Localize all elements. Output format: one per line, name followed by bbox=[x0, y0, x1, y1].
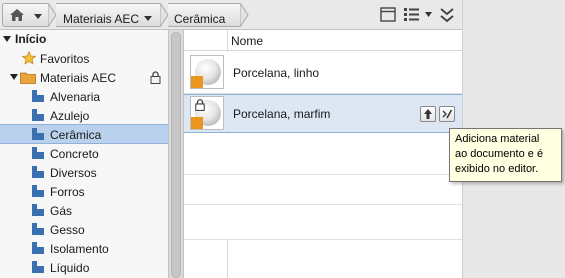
add-and-edit-button[interactable] bbox=[439, 106, 455, 122]
material-swatch bbox=[190, 55, 224, 89]
tree-item-label: Gesso bbox=[50, 223, 85, 237]
arrow-up-icon bbox=[424, 109, 432, 119]
edit-icon bbox=[442, 109, 453, 119]
chevron-down-icon[interactable] bbox=[34, 14, 42, 19]
list-row-empty bbox=[184, 205, 462, 240]
tree-item-ceramica[interactable]: Cerâmica bbox=[0, 124, 168, 144]
panel-toggle-icon[interactable] bbox=[380, 7, 396, 22]
expand-arrow-icon[interactable] bbox=[3, 36, 11, 42]
tree-item-label: Isolamento bbox=[50, 242, 109, 256]
tree-item-root[interactable]: Início bbox=[0, 30, 168, 49]
tree-item-label: Azulejo bbox=[50, 109, 90, 123]
library-tree: Início Favoritos Materiais AEC Alvenaria bbox=[0, 30, 168, 278]
tree-item-label: Diversos bbox=[50, 166, 97, 180]
tree-item-isolamento[interactable]: Isolamento bbox=[0, 239, 168, 258]
tooltip-line: ao documento e é bbox=[455, 148, 544, 160]
tree-item-concreto[interactable]: Concreto bbox=[0, 144, 168, 163]
material-category-icon bbox=[32, 261, 44, 273]
list-row-empty bbox=[184, 134, 462, 175]
breadcrumb-separator bbox=[240, 3, 249, 27]
tree-item-gas[interactable]: Gás bbox=[0, 201, 168, 220]
list-view-icon[interactable] bbox=[403, 7, 420, 22]
material-category-icon bbox=[32, 147, 44, 159]
scrollbar-thumb[interactable] bbox=[171, 32, 181, 278]
collapse-icon[interactable] bbox=[440, 7, 454, 23]
home-icon bbox=[10, 9, 24, 21]
material-category-icon bbox=[32, 128, 44, 140]
tree-item-diversos[interactable]: Diversos bbox=[0, 163, 168, 182]
lock-icon bbox=[150, 71, 161, 84]
list-row-porcelana-marfim[interactable]: Porcelana, marfim bbox=[184, 94, 462, 133]
breadcrumb-segment-materiais-aec[interactable]: Materiais AEC bbox=[56, 3, 160, 27]
tree-item-label: Gás bbox=[50, 204, 73, 218]
tree-item-materiais-aec[interactable]: Materiais AEC bbox=[0, 68, 168, 87]
material-category-icon bbox=[32, 204, 44, 216]
material-swatch bbox=[190, 96, 224, 130]
chevron-down-icon[interactable] bbox=[144, 16, 152, 21]
tree-item-label: Favoritos bbox=[40, 52, 90, 66]
tree-item-label: Concreto bbox=[50, 147, 99, 161]
tree-item-alvenaria[interactable]: Alvenaria bbox=[0, 87, 168, 106]
breadcrumb-label: Cerâmica bbox=[174, 12, 226, 26]
tree-item-azulejo[interactable]: Azulejo bbox=[0, 106, 168, 125]
material-list: Nome Porcelana, linho Porcelana, marfim bbox=[184, 30, 462, 278]
breadcrumb-segment-ceramica[interactable]: Cerâmica bbox=[168, 3, 240, 27]
tree-item-liquido[interactable]: Líquido bbox=[0, 258, 168, 277]
tree-item-favoritos[interactable]: Favoritos bbox=[0, 49, 168, 68]
expand-arrow-icon[interactable] bbox=[10, 74, 18, 80]
list-column-header: Nome bbox=[184, 30, 462, 278]
material-category-icon bbox=[32, 109, 44, 121]
tree-item-label: Materiais AEC bbox=[40, 71, 117, 85]
breadcrumb-label: Materiais AEC bbox=[63, 12, 140, 26]
tooltip-line: Adiciona material bbox=[455, 133, 540, 145]
tree-item-label: Início bbox=[15, 32, 47, 46]
material-name: Porcelana, linho bbox=[233, 66, 320, 80]
swatch-badge bbox=[191, 76, 203, 88]
tooltip: Adiciona material ao documento e é exibi… bbox=[449, 128, 562, 182]
add-to-document-button[interactable] bbox=[420, 106, 436, 122]
material-category-icon bbox=[32, 223, 44, 235]
tree-item-label: Líquido bbox=[50, 261, 90, 275]
material-name: Porcelana, marfim bbox=[233, 107, 331, 121]
star-icon bbox=[22, 51, 36, 65]
folder-icon bbox=[20, 72, 36, 84]
material-category-icon bbox=[32, 166, 44, 178]
chevron-down-icon[interactable] bbox=[425, 12, 432, 17]
toolbar: Materiais AEC Cerâmica bbox=[0, 0, 462, 30]
tree-item-label: Cerâmica bbox=[50, 128, 102, 142]
home-button[interactable] bbox=[2, 3, 48, 27]
tree-item-label: Forros bbox=[50, 185, 85, 199]
material-category-icon bbox=[32, 242, 44, 254]
tree-scrollbar[interactable] bbox=[168, 30, 184, 278]
swatch-badge bbox=[191, 117, 203, 129]
tooltip-line: exibido no editor. bbox=[455, 163, 539, 175]
tree-item-gesso[interactable]: Gesso bbox=[0, 220, 168, 239]
tree-item-label: Alvenaria bbox=[50, 90, 101, 104]
lock-icon bbox=[195, 99, 205, 111]
column-header-name[interactable]: Nome bbox=[231, 34, 263, 48]
material-category-icon bbox=[32, 90, 44, 102]
list-row-empty bbox=[184, 175, 462, 205]
tree-item-forros[interactable]: Forros bbox=[0, 182, 168, 201]
material-category-icon bbox=[32, 185, 44, 197]
list-row-porcelana-linho[interactable]: Porcelana, linho bbox=[184, 52, 462, 94]
